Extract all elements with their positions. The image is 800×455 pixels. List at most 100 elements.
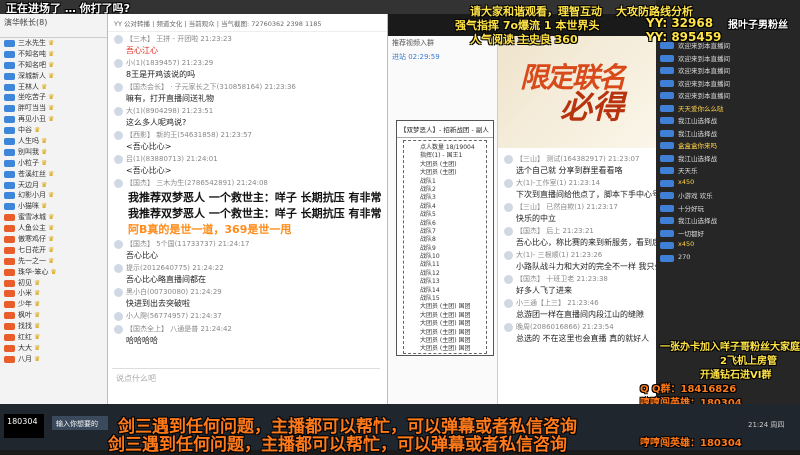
member-name: 别叫我 (18, 147, 39, 156)
level-badge-icon (4, 61, 15, 69)
team-row[interactable]: 大团员 (主团) 国团 (404, 310, 486, 318)
team-row[interactable]: 战队4 (404, 201, 486, 209)
highlight-message-orange: 阿B真的是世一道，369是世一甩 (128, 223, 292, 236)
team-row[interactable]: 战队8 (404, 234, 486, 242)
team-row[interactable]: 战队6 (404, 218, 486, 226)
member-row[interactable]: 坐吃苦子 ♛ (0, 92, 107, 103)
crown-icon: ♛ (48, 191, 55, 200)
team-dialog[interactable]: 【双梦恶人】- 招新战团 - 副人 点人数量 18/19004 指挥(1) - 国… (396, 120, 494, 356)
stream-chat-text: x450 (678, 240, 695, 248)
team-row[interactable]: 大团员 (主团) (404, 167, 486, 175)
taskbar-app-button[interactable]: 输入你想要的 (52, 416, 108, 430)
member-row[interactable]: 不知名吨 ♛ (0, 49, 107, 60)
member-row[interactable]: 天边月 ♛ (0, 180, 107, 191)
team-row[interactable]: 大团员 (主团) 国团 (404, 301, 486, 309)
chat-input[interactable]: 说点什么吧 (112, 368, 380, 398)
member-row[interactable]: 幻影小月 ♛ (0, 190, 107, 201)
member-row[interactable]: 小猫咪 ♛ (0, 201, 107, 212)
level-badge-icon (4, 355, 15, 363)
team-row[interactable]: 点人数量 18/19004 (404, 142, 486, 150)
level-badge-icon (4, 323, 15, 331)
member-row[interactable]: 少年 ♛ (0, 299, 107, 310)
member-row[interactable]: 八月 ♛ (0, 354, 107, 365)
message-meta: 【三木】 王拼 - 开团啦 21:23:23 (126, 35, 232, 43)
team-row[interactable]: 战队14 (404, 285, 486, 293)
fans-note: 报叶子男粉丝 (728, 20, 788, 31)
member-row[interactable]: 大大 ♛ (0, 343, 107, 354)
member-row[interactable]: 傲寒鸡仔 ♛ (0, 234, 107, 245)
chat-message: 【国杰】 十班卫老 21:23:38 好多人飞了进来 (498, 272, 656, 296)
crown-icon: ♛ (48, 115, 55, 124)
level-badge-icon (4, 203, 15, 211)
member-row[interactable]: 再见小丑 ♛ (0, 114, 107, 125)
member-row[interactable]: 小米 ♛ (0, 288, 107, 299)
member-name: 不知名吧 (18, 60, 46, 69)
member-row[interactable]: 初见 ♛ (0, 278, 107, 289)
team-row[interactable]: 战队9 (404, 243, 486, 251)
message-body: 总选的 不在这里也会直播 真的就好人 (516, 334, 650, 343)
member-row[interactable]: 人鱼公主 ♛ (0, 223, 107, 234)
stream-chat-list: 欢迎来到本直播间 欢迎来到本直播间 欢迎来到本直播间 欢迎来到本直播间 欢迎来到本直播间… (656, 40, 800, 265)
level-badge-icon (4, 83, 15, 91)
team-row[interactable]: 大团员 (主团) 国团 (404, 318, 486, 326)
chat-message-list-continued: 【国杰】 5个国(11733737) 21:24:17 吾心比心 提示(201264… (108, 237, 387, 346)
member-row[interactable]: 七日花开 ♛ (0, 245, 107, 256)
member-name: 王林人 (18, 82, 39, 91)
member-list: 三水先生 ♛ 不知名吨 ♛ 不知名吧 ♛ 深城新人 ♛ 王林人 ♛ 坐吃苦子 ♛ 胖叮当当 ♛ 再见小丑 ♛ 中… (0, 38, 107, 365)
member-row[interactable]: 珠华-笨心 ♛ (0, 267, 107, 278)
member-row[interactable]: 蜜雪冰城 ♛ (0, 212, 107, 223)
member-row[interactable]: 三水先生 ♛ (0, 38, 107, 49)
team-row[interactable]: 大团员 (主团) 国团 (404, 343, 486, 351)
crown-icon: ♛ (34, 333, 41, 342)
team-row[interactable]: 战队7 (404, 226, 486, 234)
member-row[interactable]: 小粒子 ♛ (0, 158, 107, 169)
right-message-list: 【三山】 测试(164382917) 21:23:07 选个自己就 分享到群里看看… (498, 152, 656, 362)
member-row[interactable]: 胖叮当当 ♛ (0, 103, 107, 114)
member-row[interactable]: 苍溪红丝 ♛ (0, 169, 107, 180)
chat-message: 提示(2012640775) 21:24:22 吾心比心略直播间都在 (108, 261, 387, 285)
member-name: 人生吗 (18, 137, 39, 146)
level-badge-icon (4, 246, 15, 254)
team-row[interactable]: 大团员 (主团) 国团 (404, 335, 486, 343)
message-meta: 大(1)-工作室(1) 21:23:14 (516, 179, 601, 187)
stream-chat-row: x450 (656, 178, 800, 191)
team-row[interactable]: 战队11 (404, 259, 486, 267)
team-row[interactable]: 战队3 (404, 192, 486, 200)
team-row[interactable]: 指挥(1) - 国王1 (404, 150, 486, 158)
member-row[interactable]: 找找 ♛ (0, 321, 107, 332)
member-row[interactable]: 王林人 ♛ (0, 82, 107, 93)
member-row[interactable]: 红红 ♛ (0, 332, 107, 343)
member-name: 胖叮当当 (18, 104, 46, 113)
crown-icon: ♛ (48, 235, 55, 244)
message-body: 选个自己就 分享到群里看看咯 (516, 166, 623, 175)
stream-chat-row: 欢迎来到本直播间 (656, 78, 800, 91)
team-row[interactable]: 战队13 (404, 276, 486, 284)
chat-message: 小三通【上三】 21:23:46 总游团一样在直播间内段江山的缝隙 (498, 296, 656, 320)
stream-chat-row: 欢迎来到本直播间 (656, 90, 800, 103)
member-row[interactable]: 深城新人 ♛ (0, 71, 107, 82)
level-badge-icon (4, 116, 15, 124)
team-row[interactable]: 战队1 (404, 176, 486, 184)
message-meta: 【国杰】 十班卫老 21:23:38 (516, 275, 608, 283)
crown-icon: ♛ (48, 93, 55, 102)
team-row[interactable]: 战队15 (404, 293, 486, 301)
chat-header: YY 公对转播 | 频道文化 | 当前观众 | 当气截图: 72760362 2… (108, 14, 387, 32)
badge-icon (660, 142, 674, 149)
avatar (114, 288, 123, 297)
team-row[interactable]: 大团员 (主团) (404, 159, 486, 167)
message-meta: 吕(1)(83880713) 21:24:01 (126, 155, 218, 163)
member-row[interactable]: 人生吗 ♛ (0, 136, 107, 147)
avatar (114, 107, 123, 116)
member-row[interactable]: 别叫我 ♛ (0, 147, 107, 158)
team-row[interactable]: 大团员 (主团) 国团 (404, 327, 486, 335)
team-row[interactable]: 战队12 (404, 268, 486, 276)
team-row[interactable]: 战队5 (404, 209, 486, 217)
member-row[interactable]: 先一之一 ♛ (0, 256, 107, 267)
member-row[interactable]: 中谷 ♛ (0, 125, 107, 136)
crown-icon: ♛ (34, 343, 41, 352)
member-row[interactable]: 枫叶 ♛ (0, 310, 107, 321)
team-row[interactable]: 战队10 (404, 251, 486, 259)
stream-chat-row: 我江山选择战 (656, 153, 800, 166)
member-row[interactable]: 不知名吧 ♛ (0, 60, 107, 71)
team-row[interactable]: 战队2 (404, 184, 486, 192)
